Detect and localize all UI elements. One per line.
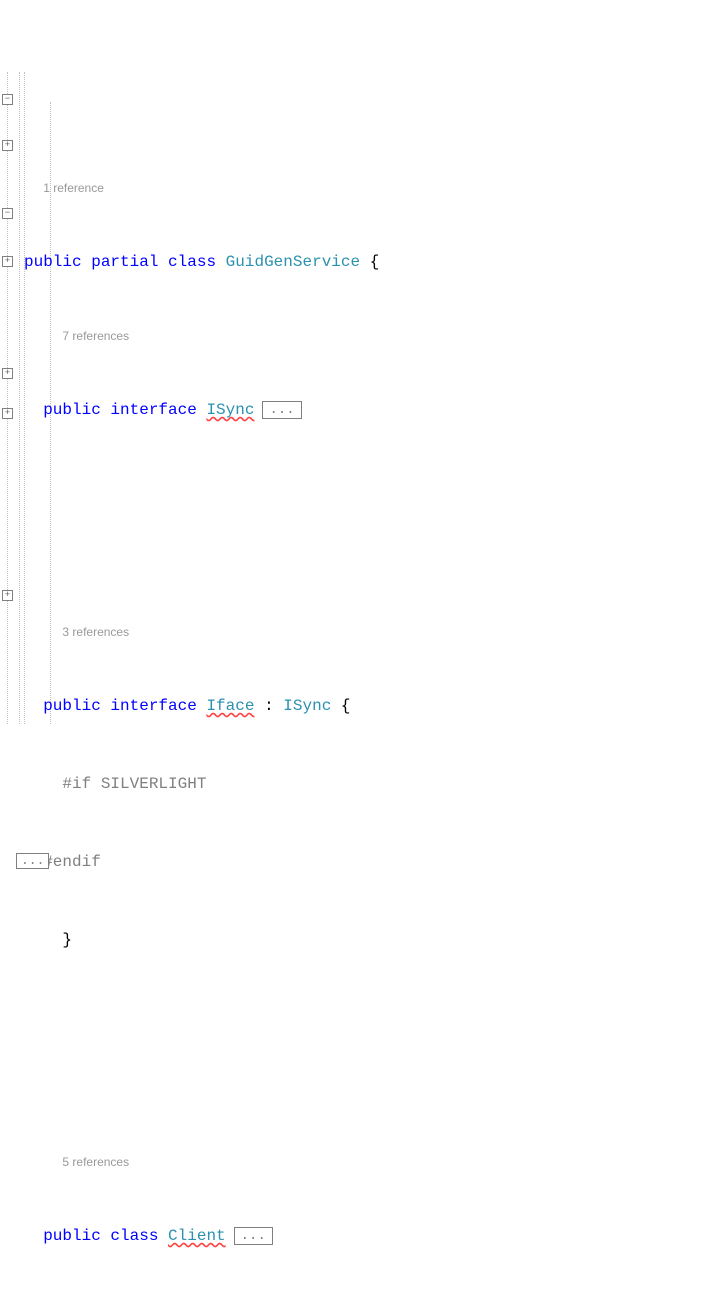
fold-toggle[interactable]: − xyxy=(2,94,13,105)
code-line[interactable]: public interface Iface : ISync { xyxy=(24,694,715,718)
reference-count[interactable]: 7 references xyxy=(24,328,715,344)
collapsed-region[interactable]: ... xyxy=(262,401,301,419)
code-line[interactable]: ... #endif xyxy=(24,850,715,874)
code-line[interactable]: public interface ISync ... xyxy=(24,398,715,422)
reference-count[interactable]: 3 references xyxy=(24,624,715,640)
code-line[interactable]: public partial class GuidGenService { xyxy=(24,250,715,274)
collapsed-region[interactable]: ... xyxy=(234,1227,273,1245)
fold-toggle[interactable]: + xyxy=(2,408,13,419)
reference-count[interactable]: 5 references xyxy=(24,1154,715,1170)
collapsed-region[interactable]: ... xyxy=(16,853,49,869)
fold-toggle[interactable]: + xyxy=(2,590,13,601)
fold-toggle[interactable]: − xyxy=(2,208,13,219)
reference-count[interactable]: 3 references xyxy=(24,1302,715,1304)
code-content[interactable]: 1 reference public partial class GuidGen… xyxy=(20,72,715,724)
code-editor: − + − + + + + 1 reference public partial… xyxy=(0,72,715,724)
code-line[interactable]: } xyxy=(24,928,715,952)
code-line[interactable]: #if SILVERLIGHT xyxy=(24,772,715,796)
reference-count[interactable]: 1 reference xyxy=(24,180,715,196)
fold-toggle[interactable]: + xyxy=(2,140,13,151)
code-line[interactable]: public class Client ... xyxy=(24,1224,715,1248)
fold-toggle[interactable]: + xyxy=(2,368,13,379)
fold-gutter: − + − + + + + xyxy=(0,72,20,724)
fold-toggle[interactable]: + xyxy=(2,256,13,267)
